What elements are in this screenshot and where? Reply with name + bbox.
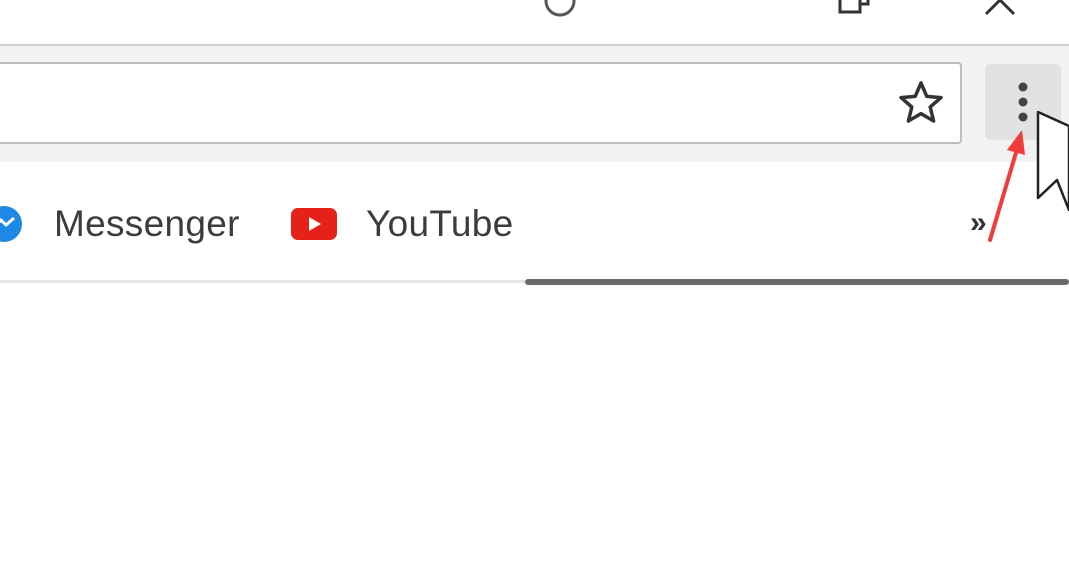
messenger-icon (0, 206, 22, 242)
address-bar[interactable] (0, 62, 962, 144)
profile-icon[interactable] (538, 0, 582, 20)
bookmark-youtube[interactable]: YouTube (290, 200, 514, 248)
title-bar (0, 0, 1069, 44)
bookmarks-overflow-chevron[interactable]: » (970, 206, 987, 240)
star-outline-icon[interactable] (898, 80, 944, 124)
page-content (0, 285, 1069, 562)
browser-menu-button[interactable] (985, 64, 1061, 140)
bookmark-messenger[interactable]: Messenger (0, 200, 240, 248)
bookmarks-bar: Messenger YouTube » (0, 162, 1069, 282)
address-input[interactable] (12, 74, 876, 132)
youtube-icon (291, 208, 337, 240)
bookmark-label: Messenger (54, 203, 240, 244)
restore-icon[interactable] (836, 0, 872, 16)
bookmark-label: YouTube (366, 203, 514, 244)
close-icon[interactable] (982, 0, 1018, 16)
three-dots-vertical-icon (1018, 82, 1028, 122)
